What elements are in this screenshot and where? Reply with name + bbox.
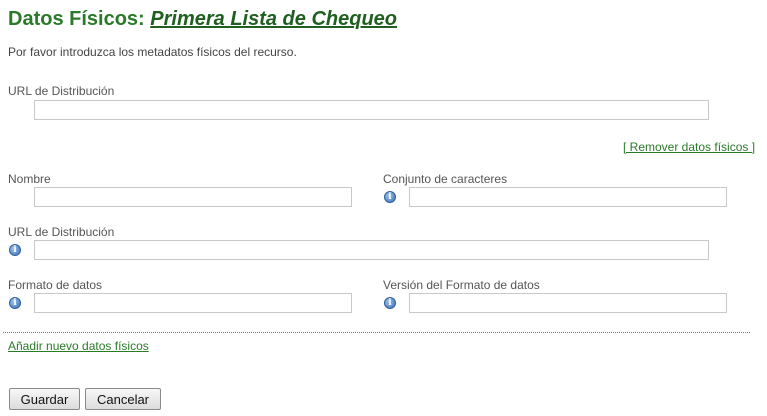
- distribution-url-input[interactable]: [34, 100, 709, 120]
- name-label: Nombre: [8, 172, 51, 186]
- distribution-url-label-2: URL de Distribución: [8, 225, 115, 239]
- save-button[interactable]: Guardar: [9, 388, 80, 410]
- info-icon[interactable]: i: [384, 297, 396, 309]
- name-input[interactable]: [34, 187, 352, 207]
- charset-label: Conjunto de caracteres: [383, 172, 508, 186]
- add-physical-data-link[interactable]: Añadir nuevo datos físicos: [8, 339, 149, 353]
- cancel-button[interactable]: Cancelar: [85, 388, 161, 410]
- info-icon[interactable]: i: [9, 297, 21, 309]
- distribution-url-input-2[interactable]: [34, 240, 709, 260]
- info-icon[interactable]: i: [384, 191, 396, 203]
- data-format-label: Formato de datos: [8, 278, 103, 292]
- remove-physical-data-link[interactable]: [ Remover datos físicos ]: [623, 140, 755, 154]
- info-icon[interactable]: i: [9, 244, 21, 256]
- distribution-url-label: URL de Distribución: [8, 84, 115, 98]
- charset-input[interactable]: [409, 187, 727, 207]
- section-divider: [3, 332, 750, 333]
- page-title: Datos Físicos: Primera Lista de Chequeo: [8, 8, 397, 31]
- data-format-input[interactable]: [34, 293, 352, 313]
- data-format-version-label: Versión del Formato de datos: [383, 278, 540, 292]
- title-prefix: Datos Físicos:: [8, 8, 145, 30]
- data-format-version-input[interactable]: [409, 293, 727, 313]
- intro-text: Por favor introduzca los metadatos físic…: [8, 45, 297, 59]
- checklist-title-link[interactable]: Primera Lista de Chequeo: [150, 8, 397, 30]
